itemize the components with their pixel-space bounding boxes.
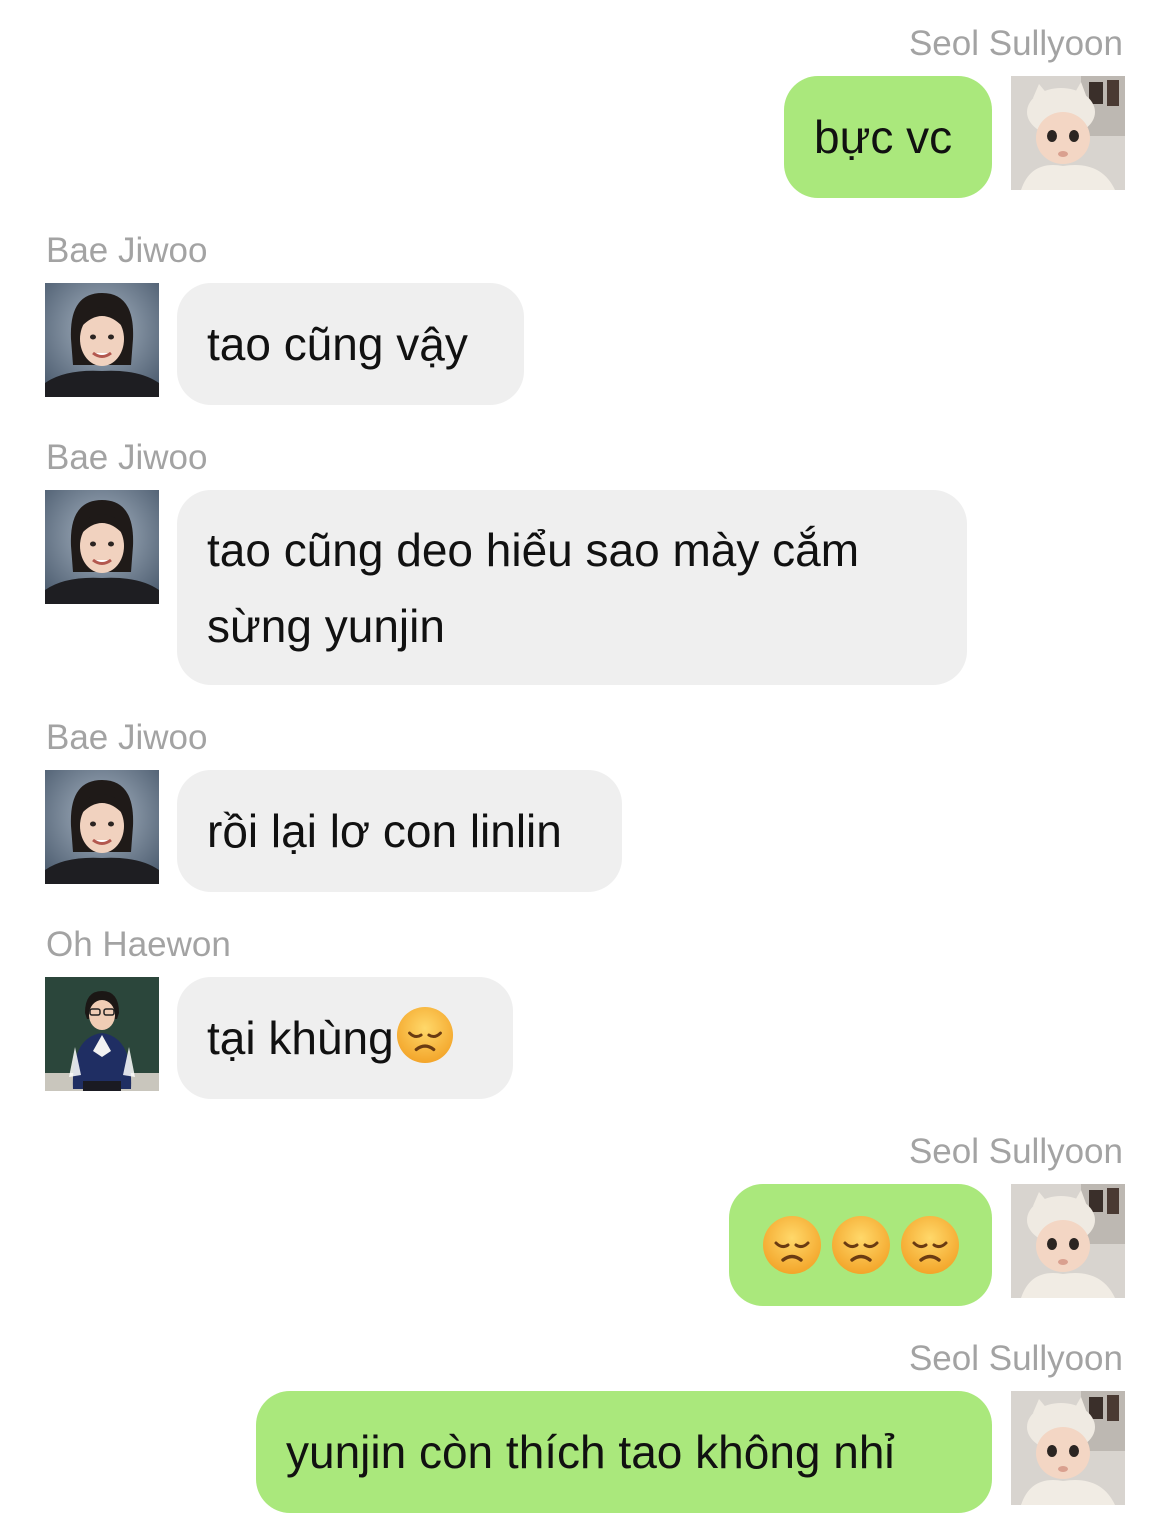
- message-bubble-outgoing[interactable]: bực vc: [784, 76, 992, 198]
- girl-portrait-avatar[interactable]: [45, 283, 159, 397]
- message-text: rồi lại lơ con linlin: [207, 805, 562, 857]
- girl-portrait-avatar[interactable]: [45, 770, 159, 884]
- sender-name: Bae Jiwoo: [46, 438, 208, 477]
- sender-name: Bae Jiwoo: [46, 718, 208, 757]
- sender-name: Seol Sullyoon: [908, 24, 1123, 63]
- message-bubble-outgoing[interactable]: yunjin còn thích tao không nhỉ: [256, 1391, 992, 1513]
- message-bubble-incoming[interactable]: rồi lại lơ con linlin: [177, 770, 622, 892]
- message-text: yunjin còn thích tao không nhỉ: [286, 1426, 895, 1478]
- sender-name: Seol Sullyoon: [908, 1132, 1123, 1171]
- message-text-line: tao cũng deo hiểu sao mày cắm: [207, 523, 860, 576]
- sender-name: Seol Sullyoon: [908, 1339, 1123, 1378]
- message-text: tao cũng vậy: [207, 318, 468, 370]
- message-bubble-incoming[interactable]: tao cũng vậy: [177, 283, 524, 405]
- sender-name: Bae Jiwoo: [46, 231, 208, 270]
- message-bubble-incoming[interactable]: tại khùng: [177, 977, 513, 1099]
- baby-photo-avatar[interactable]: [1011, 1391, 1125, 1505]
- message-text: tại khùng: [207, 1012, 394, 1064]
- baby-photo-avatar[interactable]: [1011, 76, 1125, 190]
- child-chalkboard-avatar[interactable]: [45, 977, 159, 1091]
- sender-name: Oh Haewon: [46, 925, 231, 964]
- message-text-line: sừng yunjin: [207, 599, 445, 652]
- disappointed-face-icon: [762, 1215, 822, 1275]
- disappointed-face-icon: [396, 1006, 454, 1064]
- disappointed-face-icon: [831, 1215, 891, 1275]
- girl-portrait-avatar[interactable]: [45, 490, 159, 604]
- message-bubble-outgoing[interactable]: [729, 1184, 992, 1306]
- disappointed-face-icon: [900, 1215, 960, 1275]
- message-bubble-incoming[interactable]: tao cũng deo hiểu sao mày cắm sừng yunji…: [177, 490, 967, 685]
- baby-photo-avatar[interactable]: [1011, 1184, 1125, 1298]
- message-text: bực vc: [814, 111, 953, 163]
- emoji-row: [762, 1215, 960, 1275]
